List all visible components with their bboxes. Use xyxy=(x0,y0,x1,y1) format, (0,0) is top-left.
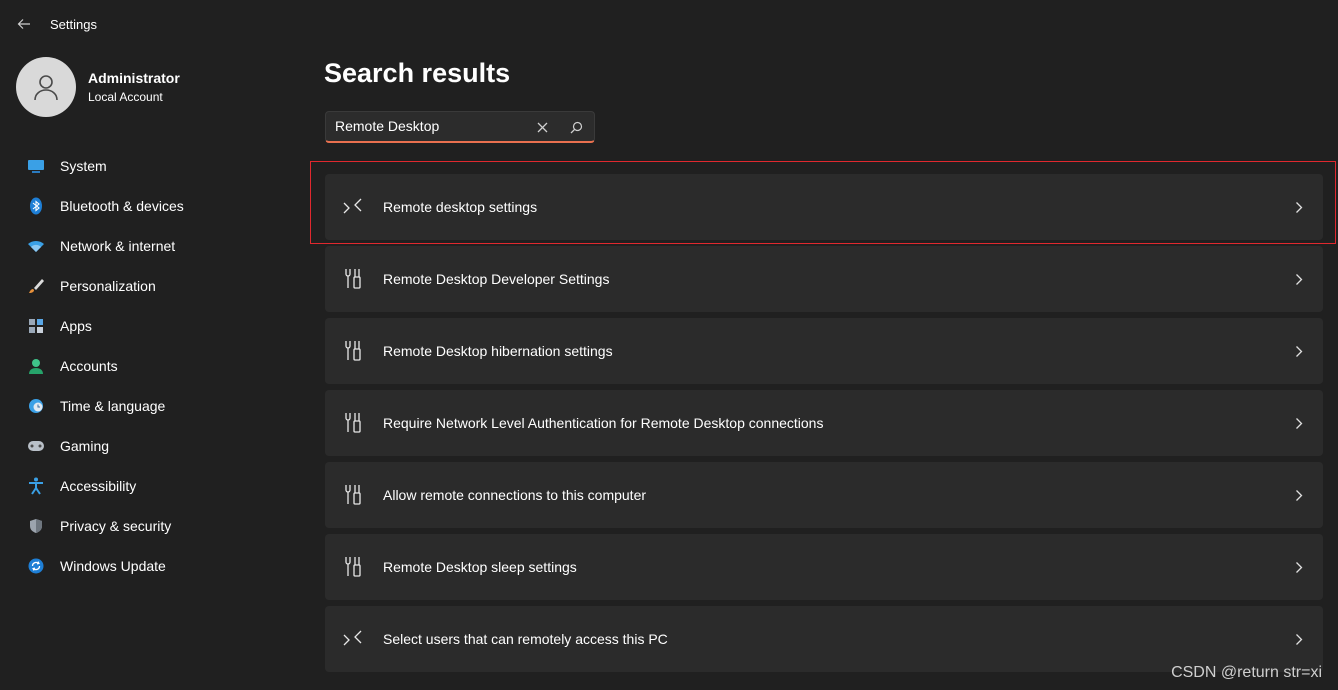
sidebar-item-apps[interactable]: Apps xyxy=(16,306,300,346)
sidebar-item-label: Accessibility xyxy=(60,478,137,494)
user-profile[interactable]: Administrator Local Account xyxy=(16,57,180,117)
sidebar-item-accessibility[interactable]: Accessibility xyxy=(16,466,300,506)
result-label: Allow remote connections to this compute… xyxy=(383,487,647,503)
sidebar-item-network[interactable]: Network & internet xyxy=(16,226,300,266)
sidebar-item-label: Windows Update xyxy=(60,558,166,574)
monitor-icon xyxy=(26,156,46,176)
back-arrow-icon xyxy=(17,19,30,29)
sidebar-item-bluetooth[interactable]: Bluetooth & devices xyxy=(16,186,300,226)
shield-icon xyxy=(26,516,46,536)
gamepad-icon xyxy=(26,436,46,456)
sidebar-item-label: System xyxy=(60,158,107,174)
profile-name: Administrator xyxy=(88,70,180,86)
search-button[interactable] xyxy=(567,118,585,136)
chevron-right-icon xyxy=(1293,342,1305,360)
result-label: Remote Desktop sleep settings xyxy=(383,559,577,575)
wifi-icon xyxy=(26,236,46,256)
search-icon xyxy=(570,121,582,133)
sidebar-item-windows-update[interactable]: Windows Update xyxy=(16,546,300,586)
settings-window: Settings Administrator Local Account Sys… xyxy=(0,0,1338,690)
sidebar-item-system[interactable]: System xyxy=(16,146,300,186)
search-result-item[interactable]: Remote Desktop Developer Settings xyxy=(325,246,1323,312)
person-icon xyxy=(26,356,46,376)
result-label: Select users that can remotely access th… xyxy=(383,631,668,647)
brush-icon xyxy=(26,276,46,296)
watermark: CSDN @return str=xi xyxy=(1171,664,1322,681)
result-label: Remote desktop settings xyxy=(383,199,538,215)
chevron-right-icon xyxy=(1293,486,1305,504)
chevron-right-icon xyxy=(1293,198,1305,216)
accessibility-icon xyxy=(26,476,46,496)
sidebar-item-label: Bluetooth & devices xyxy=(60,198,184,214)
sidebar-item-label: Accounts xyxy=(60,358,118,374)
page-title: Search results xyxy=(324,58,511,88)
search-result-item[interactable]: Remote Desktop hibernation settings xyxy=(325,318,1323,384)
sidebar-item-label: Apps xyxy=(60,318,92,334)
app-title: Settings xyxy=(50,17,97,32)
person-icon xyxy=(34,75,58,101)
tools-icon xyxy=(341,267,365,291)
avatar xyxy=(16,57,76,117)
sidebar-item-time-language[interactable]: Time & language xyxy=(16,386,300,426)
sidebar-item-personalization[interactable]: Personalization xyxy=(16,266,300,306)
chevron-right-icon xyxy=(1293,630,1305,648)
apps-icon xyxy=(26,316,46,336)
sidebar-item-privacy[interactable]: Privacy & security xyxy=(16,506,300,546)
back-button[interactable] xyxy=(12,12,36,36)
bluetooth-icon xyxy=(26,196,46,216)
sidebar-item-label: Privacy & security xyxy=(60,518,172,534)
result-label: Require Network Level Authentication for… xyxy=(383,415,824,431)
tools-icon xyxy=(341,555,365,579)
sidebar-item-label: Network & internet xyxy=(60,238,176,254)
sidebar-item-label: Gaming xyxy=(60,438,110,454)
search-results-list: Remote desktop settings Remote Desktop D… xyxy=(325,174,1323,678)
search-input[interactable] xyxy=(335,118,525,134)
remote-desktop-icon xyxy=(341,195,365,219)
chevron-right-icon xyxy=(1293,270,1305,288)
tools-icon xyxy=(341,339,365,363)
result-label: Remote Desktop Developer Settings xyxy=(383,271,610,287)
chevron-right-icon xyxy=(1293,558,1305,576)
title-bar: Settings xyxy=(0,0,1338,48)
clock-globe-icon xyxy=(26,396,46,416)
chevron-right-icon xyxy=(1293,414,1305,432)
search-box[interactable] xyxy=(325,111,595,143)
tools-icon xyxy=(341,483,365,507)
search-result-item[interactable]: Remote Desktop sleep settings xyxy=(325,534,1323,600)
profile-account-type: Local Account xyxy=(88,90,163,104)
sidebar-item-label: Time & language xyxy=(60,398,166,414)
sidebar-item-gaming[interactable]: Gaming xyxy=(16,426,300,466)
remote-desktop-icon xyxy=(341,627,365,651)
result-label: Remote Desktop hibernation settings xyxy=(383,343,613,359)
search-result-item[interactable]: Remote desktop settings xyxy=(325,174,1323,240)
search-result-item[interactable]: Allow remote connections to this compute… xyxy=(325,462,1323,528)
search-result-item[interactable]: Select users that can remotely access th… xyxy=(325,606,1323,672)
sidebar-item-label: Personalization xyxy=(60,278,156,294)
close-icon xyxy=(537,122,547,132)
sidebar-nav: System Bluetooth & devices Network & int… xyxy=(16,146,300,586)
search-result-item[interactable]: Require Network Level Authentication for… xyxy=(325,390,1323,456)
clear-search-button[interactable] xyxy=(533,118,551,136)
update-icon xyxy=(26,556,46,576)
tools-icon xyxy=(341,411,365,435)
sidebar-item-accounts[interactable]: Accounts xyxy=(16,346,300,386)
